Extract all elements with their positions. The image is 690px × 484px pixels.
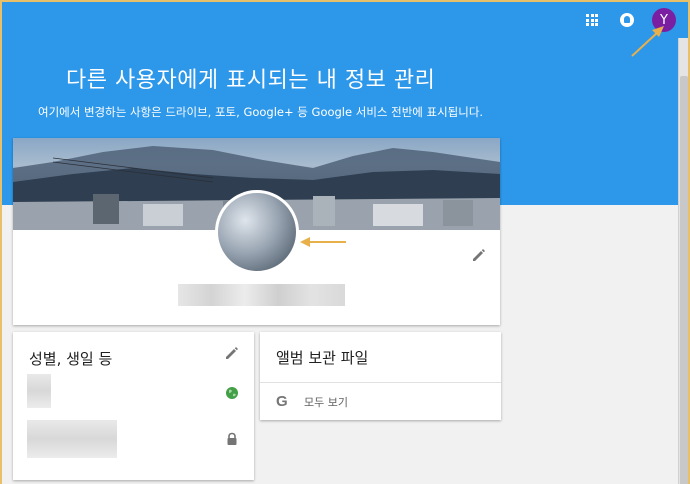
page-title: 다른 사용자에게 표시되는 내 정보 관리 — [66, 68, 436, 93]
album-archive-title: 앨범 보관 파일 — [276, 349, 369, 367]
page-subtitle: 여기에서 변경하는 사항은 드라이브, 포토, Google+ 등 Google… — [38, 105, 484, 119]
globe-public-icon — [226, 387, 238, 399]
gender-value-redacted — [27, 374, 51, 408]
scrollbar-thumb[interactable] — [680, 76, 688, 484]
account-avatar-button[interactable]: Y — [652, 8, 676, 32]
notifications-bell-icon[interactable] — [620, 13, 634, 27]
top-bar-icons: Y — [582, 8, 676, 32]
basic-info-card: 성별, 생일 등 — [13, 332, 254, 480]
pencil-icon[interactable] — [472, 248, 486, 262]
album-archive-card: 앨범 보관 파일 G 모두 보기 — [260, 332, 501, 420]
view-all-link[interactable]: G 모두 보기 — [260, 383, 501, 420]
apps-grid-icon[interactable] — [582, 10, 602, 30]
profile-name-redacted — [178, 284, 345, 306]
google-g-icon: G — [276, 393, 288, 410]
profile-photo[interactable] — [215, 190, 299, 274]
pencil-icon[interactable] — [225, 346, 239, 360]
birthday-value-redacted — [27, 420, 117, 458]
profile-card — [13, 138, 500, 325]
view-all-label: 모두 보기 — [304, 395, 348, 409]
lock-private-icon — [227, 432, 237, 445]
scrollbar[interactable] — [678, 38, 688, 484]
basic-info-title: 성별, 생일 등 — [29, 350, 113, 368]
